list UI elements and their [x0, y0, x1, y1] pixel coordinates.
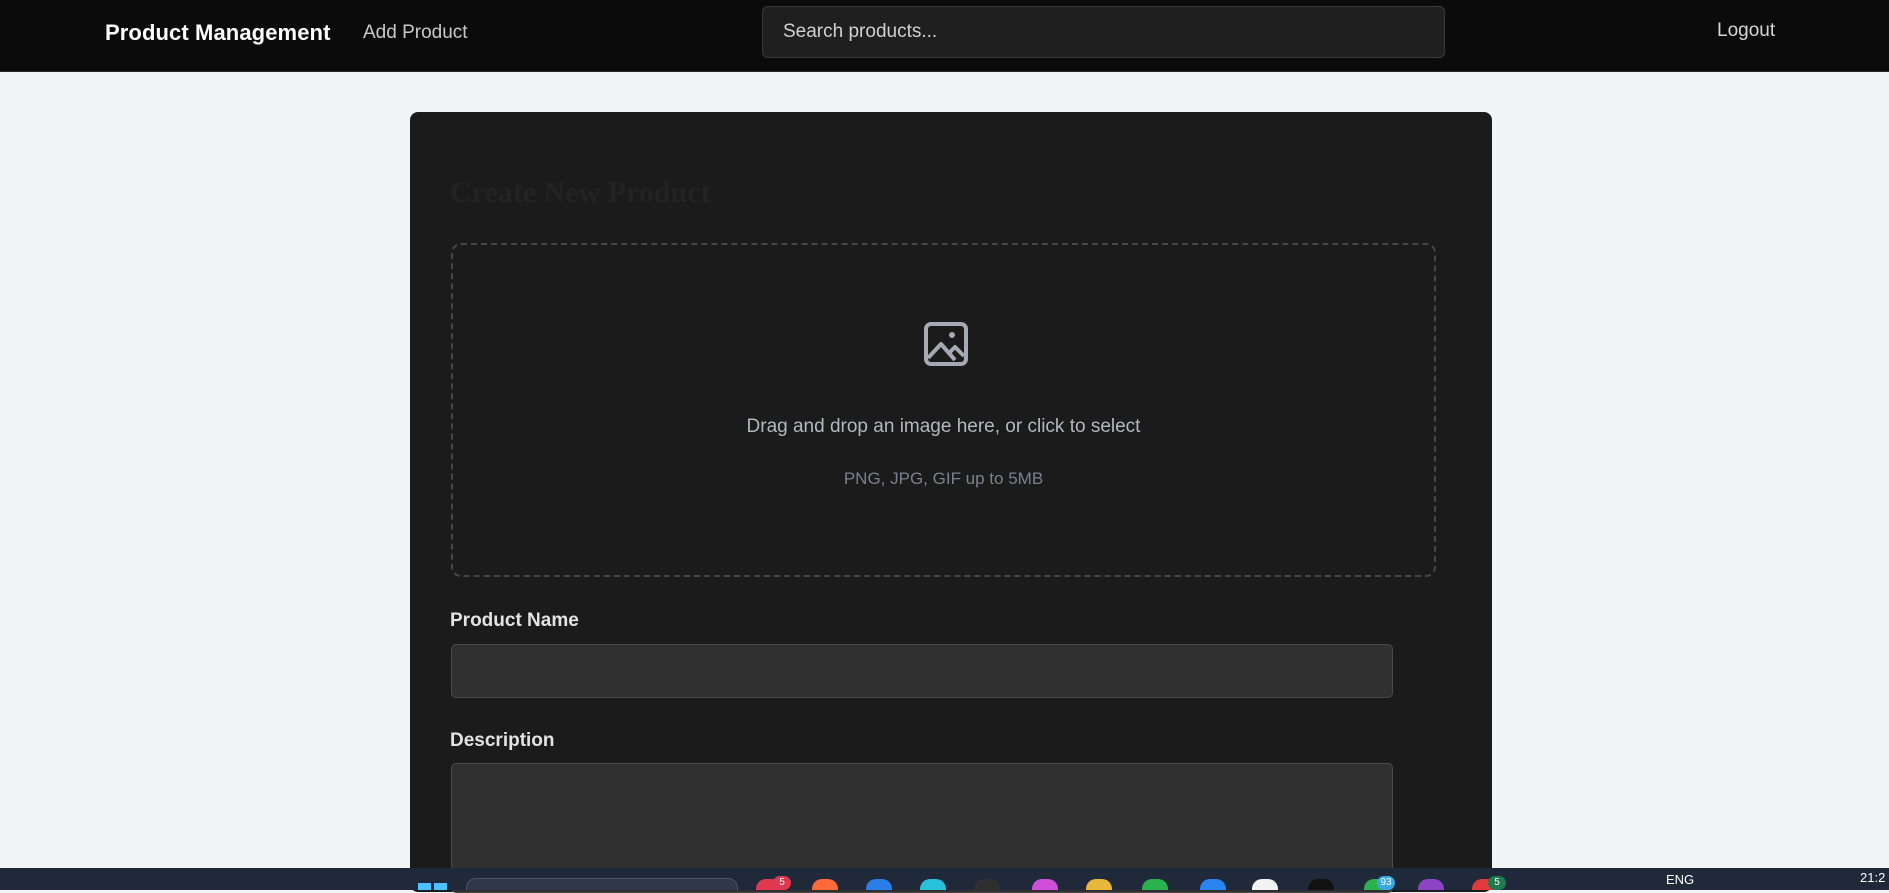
dropzone-hint: PNG, JPG, GIF up to 5MB: [843, 469, 1044, 488]
taskbar-app-icon[interactable]: [1200, 879, 1226, 890]
clock[interactable]: 21:2: [1860, 870, 1885, 885]
dropzone-text: Drag and drop an image here, or click to…: [746, 416, 1141, 437]
product-name-label: Product Name: [450, 610, 579, 631]
taskbar-app-icon[interactable]: [1252, 879, 1278, 890]
notification-badge: 93: [1377, 876, 1395, 890]
image-icon: [924, 322, 968, 366]
taskbar-app-icon[interactable]: [812, 879, 838, 890]
taskbar-app-icon[interactable]: [920, 879, 946, 890]
taskbar-app-icon[interactable]: [1032, 879, 1058, 890]
taskbar-search[interactable]: [466, 878, 738, 890]
brand-title[interactable]: Product Management: [105, 20, 331, 46]
taskbar-app-icon[interactable]: [1142, 879, 1168, 890]
image-dropzone[interactable]: Drag and drop an image here, or click to…: [451, 243, 1436, 577]
logout-button[interactable]: Logout: [1717, 20, 1775, 42]
top-navbar: Product Management Add Product Logout: [0, 0, 1889, 72]
language-indicator[interactable]: ENG: [1666, 872, 1694, 887]
product-name-input[interactable]: [451, 644, 1393, 698]
create-product-card: Create New Product Drag and drop an imag…: [410, 112, 1492, 893]
page-title: Create New Product: [450, 176, 711, 209]
search-input[interactable]: [762, 6, 1445, 58]
notification-badge: 5: [1488, 876, 1506, 890]
taskbar-app-icon[interactable]: [974, 879, 1000, 890]
windows-taskbar: 5 93 5 ENG 21:2: [0, 868, 1889, 890]
taskbar-app-icon[interactable]: [1308, 879, 1334, 890]
description-label: Description: [450, 730, 555, 751]
windows-start-icon[interactable]: [418, 883, 448, 890]
folder-icon[interactable]: [1086, 879, 1112, 890]
notification-badge: 5: [773, 876, 791, 890]
taskbar-app-icon[interactable]: [1418, 879, 1444, 890]
add-product-link[interactable]: Add Product: [363, 22, 468, 44]
taskbar-app-icon[interactable]: [866, 879, 892, 890]
